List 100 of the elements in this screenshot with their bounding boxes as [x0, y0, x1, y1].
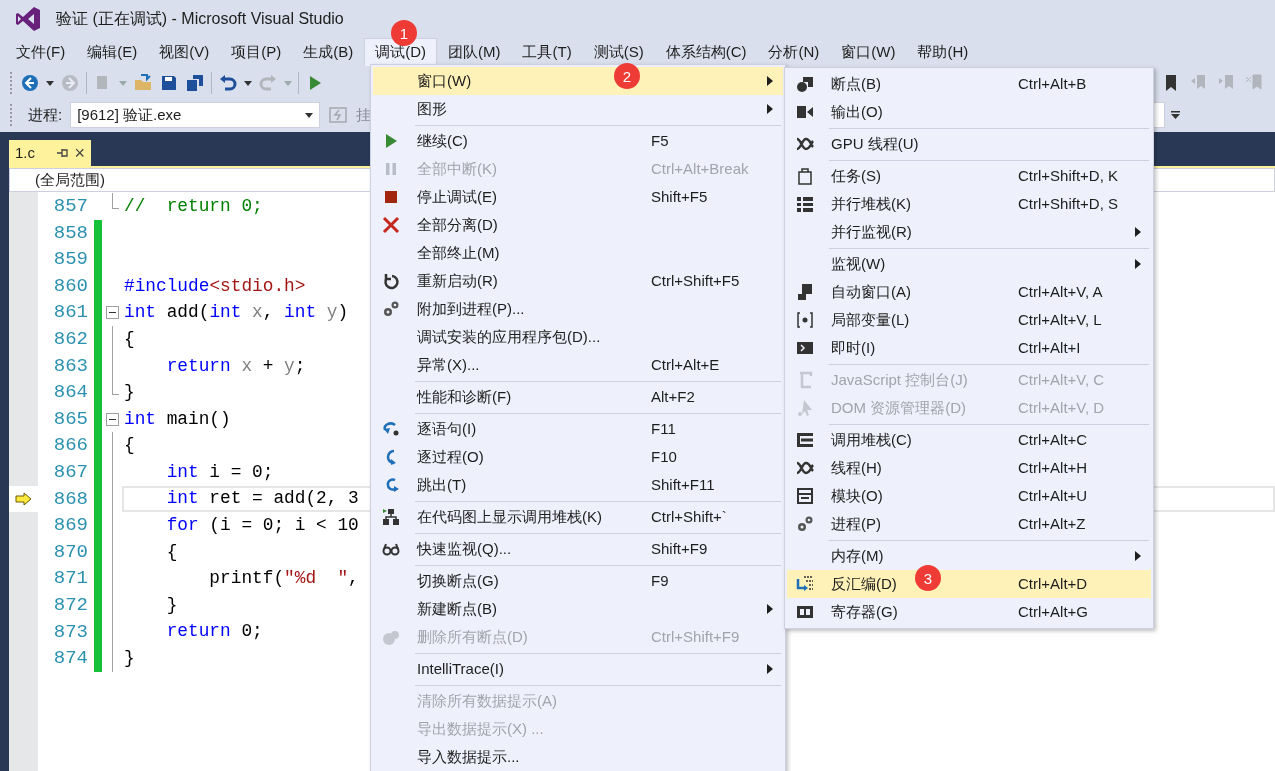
delete-breakpoints-icon	[382, 628, 400, 646]
menu-item[interactable]: GPU 线程(U)	[787, 130, 1151, 158]
menu-item-label: 局部变量(L)	[831, 309, 910, 330]
menu-item[interactable]: 监视(W)	[787, 250, 1151, 278]
menu-item-label: DOM 资源管理器(D)	[831, 397, 966, 418]
save-icon[interactable]	[159, 73, 179, 93]
dropdown-caret-icon[interactable]	[305, 112, 314, 118]
menu-item-label: 并行监视(R)	[831, 221, 912, 242]
shortcut-text: Shift+F11	[651, 474, 715, 495]
menu-item-label: 附加到进程(P)...	[417, 298, 525, 319]
collapse-toggle[interactable]	[106, 412, 119, 426]
menu-item[interactable]: 附加到进程(P)...	[373, 295, 783, 323]
process-dropdown[interactable]: [9612] 验证.exe	[70, 102, 321, 128]
shortcut-text: Ctrl+Alt+Z	[1018, 513, 1086, 534]
shortcut-text: F5	[651, 130, 669, 151]
shortcut-text: Ctrl+Shift+D, S	[1018, 193, 1119, 214]
menu-item-label: 重新启动(R)	[417, 270, 498, 291]
dropdown-caret-icon[interactable]	[46, 80, 54, 86]
menu-item[interactable]: 并行监视(R)	[787, 218, 1151, 246]
menu-item-label: 内存(M)	[831, 545, 884, 566]
undo-icon[interactable]	[218, 73, 238, 93]
menu-item[interactable]: 快速监视(Q)... Shift+F9	[373, 535, 783, 563]
menu-item[interactable]: 新建断点(B)	[373, 595, 783, 623]
menu-item[interactable]: 异常(X)... Ctrl+Alt+E	[373, 351, 783, 379]
shortcut-text: Ctrl+Alt+I	[1018, 337, 1081, 358]
line-number: 857	[52, 194, 89, 219]
menu-item-label: 快速监视(Q)...	[417, 538, 512, 559]
menu-item[interactable]: 重新启动(R) Ctrl+Shift+F5	[373, 267, 783, 295]
breakpoint-window-icon	[796, 75, 814, 93]
menu-item[interactable]: 任务(S) Ctrl+Shift+D, K	[787, 162, 1151, 190]
collapse-toggle[interactable]	[106, 306, 119, 320]
menu-bar-item[interactable]: 文件(F)	[5, 38, 77, 66]
menu-item[interactable]: 在代码图上显示调用堆栈(K) Ctrl+Shift+`	[373, 503, 783, 531]
code-line: int ret = add(2, 3	[165, 487, 359, 511]
process-label: 进程:	[28, 104, 63, 125]
menu-item[interactable]: 跳出(T) Shift+F11	[373, 471, 783, 499]
back-icon[interactable]	[20, 73, 40, 93]
document-tab[interactable]: 1.c ×	[9, 140, 91, 166]
toolbar-grip[interactable]	[10, 72, 14, 94]
menu-item[interactable]: 继续(C) F5	[373, 127, 783, 155]
shortcut-text: Ctrl+Alt+V, A	[1018, 281, 1103, 302]
menu-bar-item[interactable]: 分析(N)	[757, 38, 831, 66]
overflow-caret-icon[interactable]	[1171, 111, 1180, 119]
folder-icon[interactable]	[133, 73, 153, 93]
code-line: }	[124, 381, 135, 405]
menu-item-label: 窗口(W)	[417, 70, 472, 91]
save-all-icon[interactable]	[185, 73, 205, 93]
menu-item[interactable]: 局部变量(L) Ctrl+Alt+V, L	[787, 306, 1151, 334]
menu-item[interactable]: 调试安装的应用程序包(D)...	[373, 323, 783, 351]
pin-icon[interactable]	[56, 147, 69, 159]
clipboard-icon	[796, 167, 814, 185]
menu-item[interactable]: 全部终止(M)	[373, 239, 783, 267]
menu-item[interactable]: 全部分离(D)	[373, 211, 783, 239]
menu-item-label: 断点(B)	[831, 73, 881, 94]
menu-item[interactable]: 性能和诊断(F) Alt+F2	[373, 383, 783, 411]
stop-icon	[382, 188, 400, 206]
menu-item[interactable]: 切换断点(G) F9	[373, 567, 783, 595]
menu-item[interactable]: 断点(B) Ctrl+Alt+B	[787, 70, 1151, 98]
toolbar-grip[interactable]	[10, 104, 14, 126]
menu-bar-item[interactable]: 窗口(W)	[830, 38, 907, 66]
code-line: // return 0;	[124, 194, 263, 218]
menu-item[interactable]: IntelliTrace(I)	[373, 655, 783, 683]
line-number: 861	[52, 300, 89, 326]
menu-bar-item[interactable]: 体系结构(C)	[654, 38, 758, 66]
menu-item[interactable]: 进程(P) Ctrl+Alt+Z	[787, 510, 1151, 538]
menu-bar-item[interactable]: 编辑(E)	[76, 38, 149, 66]
menu-item[interactable]: 寄存器(G) Ctrl+Alt+G	[787, 598, 1151, 626]
menu-item[interactable]: 并行堆栈(K) Ctrl+Shift+D, S	[787, 190, 1151, 218]
shortcut-text: Ctrl+Alt+E	[651, 354, 720, 375]
code-line: }	[124, 647, 135, 671]
menu-bar-item[interactable]: 帮助(H)	[906, 38, 980, 66]
code-line: printf("%d ",	[208, 567, 359, 591]
menu-bar-item[interactable]: 生成(B)	[292, 38, 365, 66]
submenu-arrow-icon	[767, 76, 773, 86]
menu-bar-item[interactable]: 工具(T)	[511, 38, 583, 66]
line-number: 869	[52, 513, 89, 539]
menu-item[interactable]: 调用堆栈(C) Ctrl+Alt+C	[787, 426, 1151, 454]
menu-bar-item[interactable]: 团队(M)	[437, 38, 512, 66]
dropdown-caret-icon[interactable]	[244, 80, 252, 86]
menu-item[interactable]: 停止调试(E) Shift+F5	[373, 183, 783, 211]
menu-item[interactable]: 自动窗口(A) Ctrl+Alt+V, A	[787, 278, 1151, 306]
menu-item[interactable]: 即时(I) Ctrl+Alt+I	[787, 334, 1151, 362]
close-icon[interactable]: ×	[74, 144, 85, 162]
menu-item[interactable]: 逐过程(O) F10	[373, 443, 783, 471]
shortcut-text: Ctrl+Shift+`	[651, 506, 727, 527]
menu-item[interactable]: 输出(O)	[787, 98, 1151, 126]
shortcut-text: Shift+F9	[651, 538, 708, 559]
menu-item[interactable]: 导入数据提示...	[373, 743, 783, 771]
shortcut-text: Ctrl+Shift+F9	[651, 626, 740, 647]
menu-bar-item[interactable]: 项目(P)	[220, 38, 293, 66]
menu-bar-item[interactable]: 测试(S)	[582, 38, 655, 66]
menu-item[interactable]: 模块(O) Ctrl+Alt+U	[787, 482, 1151, 510]
output-icon	[796, 103, 814, 121]
menu-item-label: 输出(O)	[831, 101, 883, 122]
window-title: 验证 (正在调试) - Microsoft Visual Studio	[56, 9, 344, 29]
menu-item[interactable]: 线程(H) Ctrl+Alt+H	[787, 454, 1151, 482]
menu-item[interactable]: 逐语句(I) F11	[373, 415, 783, 443]
menu-item[interactable]: 图形	[373, 95, 783, 123]
menu-bar-item[interactable]: 视图(V)	[148, 38, 221, 66]
shortcut-text: Ctrl+Shift+D, K	[1018, 165, 1119, 186]
